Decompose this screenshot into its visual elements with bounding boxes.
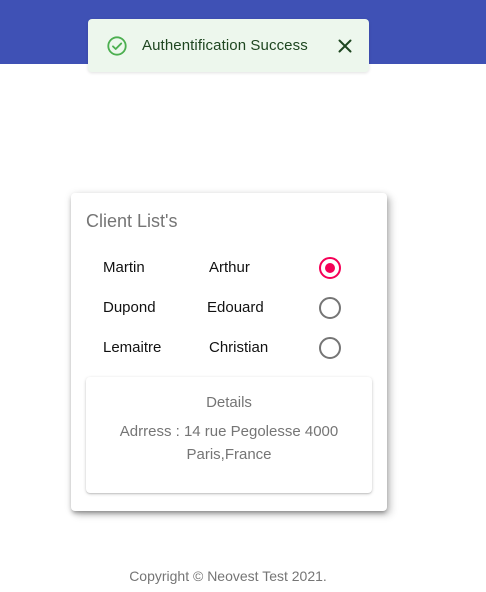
- card-title: Client List's: [86, 211, 178, 231]
- client-first-name: Arthur: [209, 259, 250, 276]
- check-circle-icon: [106, 35, 128, 57]
- client-radio[interactable]: [319, 297, 341, 319]
- client-first-name: Edouard: [207, 299, 264, 316]
- success-toast: Authentification Success: [88, 19, 369, 72]
- client-last-name: Martin: [103, 259, 145, 276]
- address-line-2: Paris,France: [186, 446, 272, 463]
- close-icon[interactable]: [335, 36, 355, 56]
- client-list-card: Client List's Martin Arthur Dupond Edoua…: [71, 193, 387, 511]
- client-last-name: Lemaitre: [103, 339, 162, 356]
- client-row: Lemaitre Christian: [71, 334, 387, 362]
- client-last-name: Dupond: [103, 299, 156, 316]
- address-line-1: Adrress : 14 rue Pegolesse 4000: [119, 423, 339, 440]
- details-panel: Details Adrress : 14 rue Pegolesse 4000 …: [86, 377, 372, 493]
- client-address: Adrress : 14 rue Pegolesse 4000 Paris,Fr…: [86, 420, 372, 466]
- client-row: Dupond Edouard: [71, 294, 387, 322]
- client-radio-selected[interactable]: [319, 257, 341, 279]
- client-row: Martin Arthur: [71, 254, 387, 282]
- client-first-name: Christian: [209, 339, 269, 356]
- client-radio[interactable]: [319, 337, 341, 359]
- details-title: Details: [206, 394, 252, 411]
- toast-message: Authentification Success: [142, 37, 308, 54]
- footer-copyright: Copyright © Neovest Test 2021.: [129, 568, 327, 584]
